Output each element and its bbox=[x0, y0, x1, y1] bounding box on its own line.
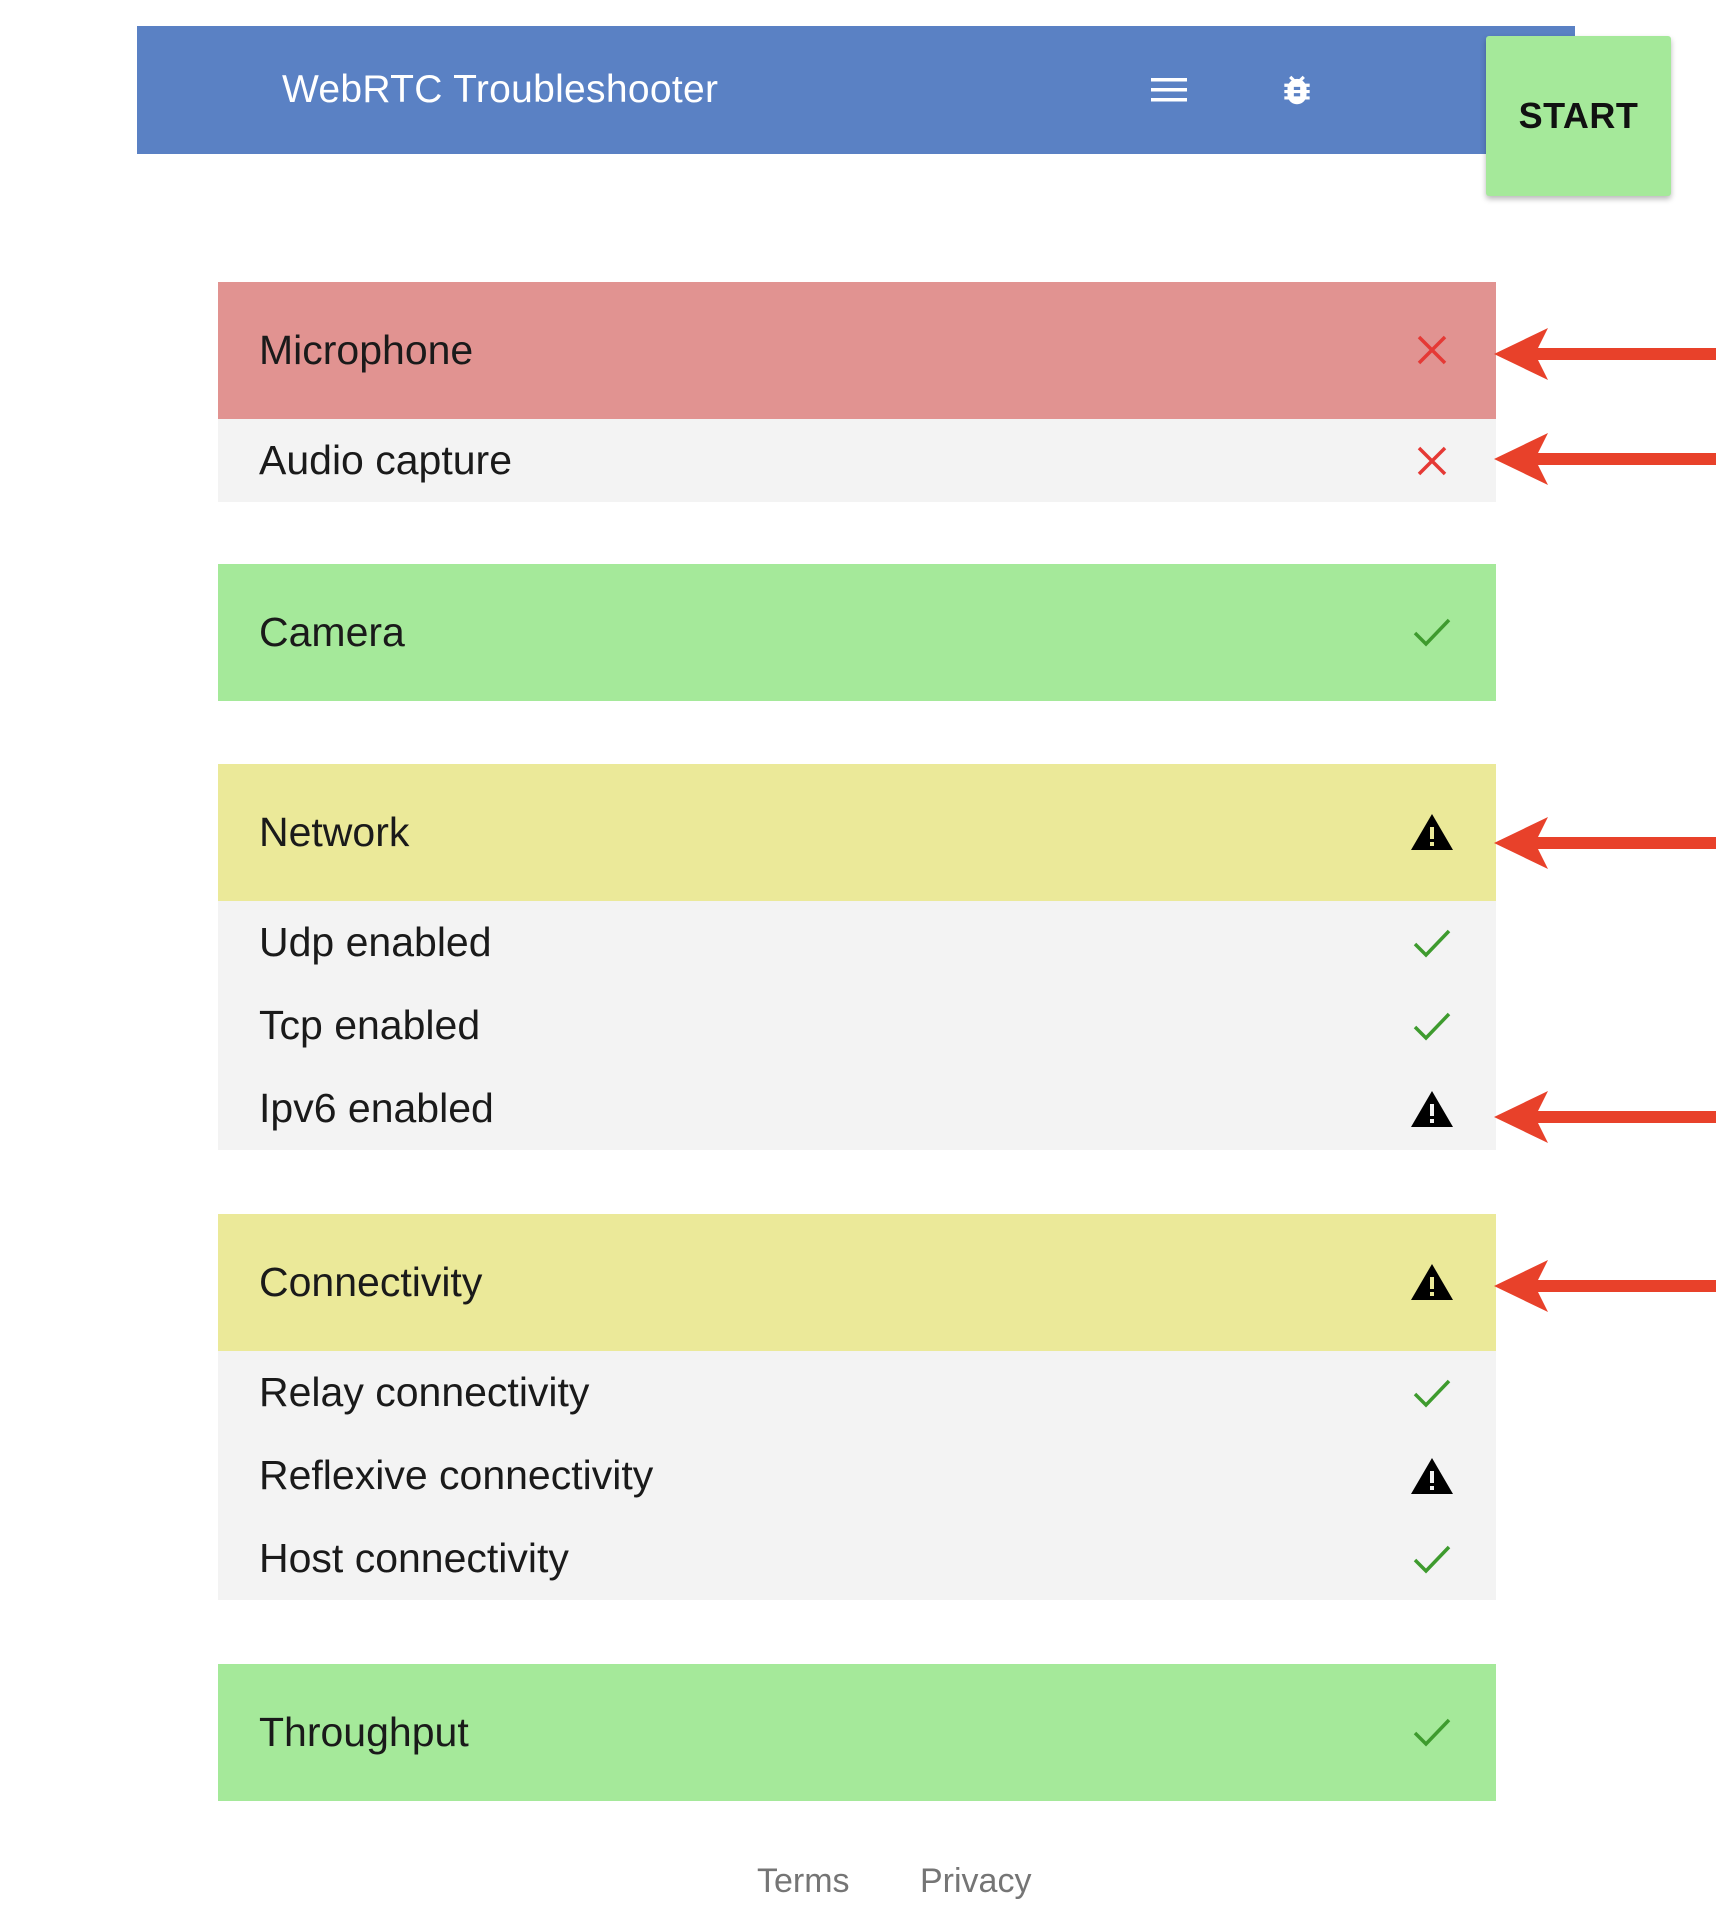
list-item: Reflexive connectivity bbox=[218, 1434, 1496, 1517]
section-connectivity: Connectivity Relay connectivity Reflexiv… bbox=[218, 1214, 1496, 1600]
warning-icon bbox=[1408, 1258, 1456, 1306]
section-network: Network Udp enabled Tcp enabled Ipv6 ena… bbox=[218, 764, 1496, 1150]
section-header-microphone[interactable]: Microphone bbox=[218, 282, 1496, 419]
item-label: Udp enabled bbox=[259, 919, 492, 965]
sub-list-microphone: Audio capture bbox=[218, 419, 1496, 502]
start-button[interactable]: START bbox=[1486, 36, 1671, 196]
privacy-link[interactable]: Privacy bbox=[920, 1862, 1031, 1901]
warning-icon bbox=[1408, 1452, 1456, 1500]
list-item: Relay connectivity bbox=[218, 1351, 1496, 1434]
section-label: Connectivity bbox=[259, 1259, 483, 1305]
section-microphone: Microphone Audio capture bbox=[218, 282, 1496, 502]
annotation-arrow-icon bbox=[1494, 817, 1716, 869]
close-icon bbox=[1408, 437, 1456, 485]
item-label: Relay connectivity bbox=[259, 1369, 590, 1415]
item-label: Reflexive connectivity bbox=[259, 1452, 654, 1498]
section-label: Camera bbox=[259, 609, 405, 655]
sub-list-connectivity: Relay connectivity Reflexive connectivit… bbox=[218, 1351, 1496, 1600]
check-icon bbox=[1408, 608, 1456, 656]
sub-list-network: Udp enabled Tcp enabled Ipv6 enabled bbox=[218, 901, 1496, 1150]
item-label: Audio capture bbox=[259, 437, 513, 483]
check-icon bbox=[1408, 1535, 1456, 1583]
section-header-connectivity[interactable]: Connectivity bbox=[218, 1214, 1496, 1351]
item-label: Ipv6 enabled bbox=[259, 1085, 494, 1131]
list-item: Ipv6 enabled bbox=[218, 1067, 1496, 1150]
check-icon bbox=[1408, 1002, 1456, 1050]
check-icon bbox=[1408, 919, 1456, 967]
list-item: Audio capture bbox=[218, 419, 1496, 502]
menu-icon bbox=[1151, 78, 1187, 102]
section-camera: Camera bbox=[218, 564, 1496, 701]
footer: Terms Privacy bbox=[0, 1862, 1730, 1922]
list-item: Host connectivity bbox=[218, 1517, 1496, 1600]
bug-report-button[interactable] bbox=[1267, 60, 1327, 120]
section-header-network[interactable]: Network bbox=[218, 764, 1496, 901]
section-label: Microphone bbox=[259, 327, 474, 373]
annotation-arrow-icon bbox=[1494, 1091, 1716, 1143]
item-label: Host connectivity bbox=[259, 1535, 569, 1581]
item-label: Tcp enabled bbox=[259, 1002, 481, 1048]
annotation-arrow-icon bbox=[1494, 433, 1716, 485]
terms-link[interactable]: Terms bbox=[757, 1862, 850, 1901]
check-icon bbox=[1408, 1369, 1456, 1417]
section-label: Throughput bbox=[259, 1709, 469, 1755]
warning-icon bbox=[1408, 808, 1456, 856]
annotation-arrow-icon bbox=[1494, 328, 1716, 380]
list-item: Tcp enabled bbox=[218, 984, 1496, 1067]
close-icon bbox=[1408, 326, 1456, 374]
bug-icon bbox=[1284, 75, 1310, 105]
check-icon bbox=[1408, 1708, 1456, 1756]
section-label: Network bbox=[259, 809, 410, 855]
annotation-arrow-icon bbox=[1494, 1260, 1716, 1312]
app-toolbar: WebRTC Troubleshooter START bbox=[137, 26, 1671, 196]
app-title: WebRTC Troubleshooter bbox=[282, 68, 719, 111]
menu-button[interactable] bbox=[1139, 60, 1199, 120]
section-header-camera[interactable]: Camera bbox=[218, 564, 1496, 701]
list-item: Udp enabled bbox=[218, 901, 1496, 984]
section-header-throughput[interactable]: Throughput bbox=[218, 1664, 1496, 1801]
warning-icon bbox=[1408, 1085, 1456, 1133]
section-throughput: Throughput bbox=[218, 1664, 1496, 1801]
